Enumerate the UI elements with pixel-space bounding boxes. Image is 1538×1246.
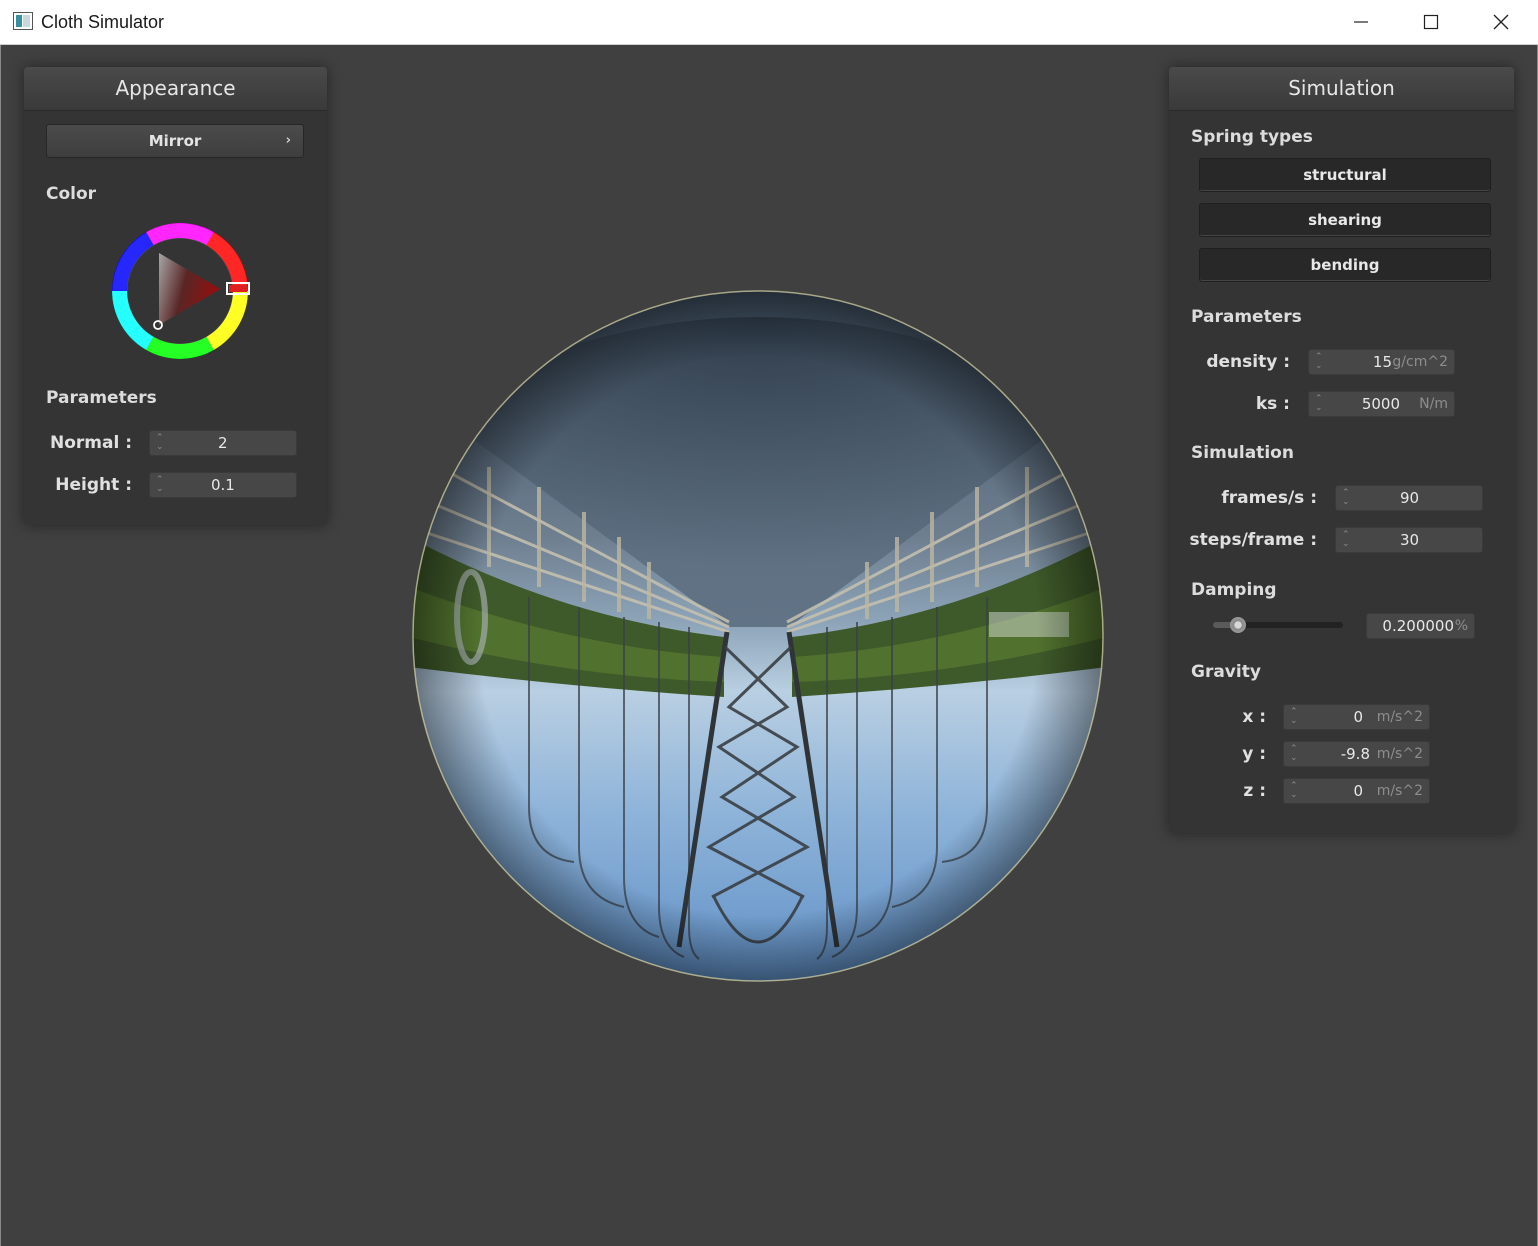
steps-value: 30 [1400, 531, 1420, 549]
appearance-panel: Appearance Mirror › Color Parameters Nor… [24, 67, 327, 525]
height-label: Height : [55, 475, 132, 495]
close-button[interactable] [1466, 0, 1536, 45]
damping-field[interactable]: 0.200000 % [1366, 613, 1475, 639]
spin-arrows-icon[interactable]: ⌃ ⌄ [156, 434, 166, 454]
simulation-panel: Simulation Spring types structural shear… [1169, 67, 1514, 833]
damping-value: 0.200000 [1382, 617, 1454, 635]
maximize-button[interactable] [1396, 0, 1466, 45]
normal-value: 2 [218, 434, 228, 452]
fps-spinbox[interactable]: ⌃ ⌄ 90 [1335, 485, 1483, 511]
steps-spinbox[interactable]: ⌃ ⌄ 30 [1335, 527, 1483, 553]
gravity-z-unit: m/s^2 [1376, 783, 1423, 799]
damping-slider-handle[interactable] [1230, 617, 1246, 633]
gravity-x-unit: m/s^2 [1376, 709, 1423, 725]
bending-toggle[interactable]: bending [1199, 248, 1491, 282]
title-bar: Cloth Simulator [0, 0, 1538, 45]
density-spinbox[interactable]: ⌃ ⌄ 15 g/cm^2 [1308, 349, 1455, 375]
appearance-parameters-label: Parameters [46, 388, 157, 408]
maximize-icon [1423, 14, 1439, 30]
window-title: Cloth Simulator [41, 12, 165, 32]
color-wheel[interactable] [110, 221, 250, 361]
spin-arrows-icon[interactable]: ⌃ ⌄ [1290, 708, 1300, 728]
height-spinbox[interactable]: ⌃ ⌄ 0.1 [149, 472, 297, 498]
density-unit: g/cm^2 [1392, 354, 1448, 370]
window-border-left [0, 45, 1, 1246]
gravity-z-label: z : [1243, 781, 1266, 801]
height-value: 0.1 [211, 476, 235, 494]
ks-label: ks : [1255, 394, 1290, 414]
gravity-y-value: -9.8 [1340, 745, 1370, 763]
minimize-icon [1354, 21, 1368, 23]
damping-unit: % [1454, 618, 1468, 634]
shader-select-label: Mirror [148, 132, 202, 150]
gravity-z-spinbox[interactable]: ⌃ ⌄ 0 m/s^2 [1283, 778, 1430, 804]
spring-types-label: Spring types [1191, 127, 1313, 147]
gravity-y-label: y : [1242, 744, 1266, 764]
steps-label: steps/frame : [1189, 530, 1317, 550]
simulation-section-label: Simulation [1191, 443, 1294, 463]
gravity-y-unit: m/s^2 [1376, 746, 1423, 762]
gravity-z-value: 0 [1353, 782, 1363, 800]
spin-arrows-icon[interactable]: ⌃ ⌄ [1315, 353, 1325, 373]
gravity-x-spinbox[interactable]: ⌃ ⌄ 0 m/s^2 [1283, 704, 1430, 730]
gravity-y-spinbox[interactable]: ⌃ ⌄ -9.8 m/s^2 [1283, 741, 1430, 767]
spin-arrows-icon[interactable]: ⌃ ⌄ [1290, 782, 1300, 802]
spin-arrows-icon[interactable]: ⌃ ⌄ [1342, 489, 1352, 509]
shearing-toggle[interactable]: shearing [1199, 203, 1491, 237]
shader-select[interactable]: Mirror › [46, 124, 304, 158]
fps-value: 90 [1400, 489, 1420, 507]
damping-label: Damping [1191, 580, 1277, 600]
normal-label: Normal : [49, 433, 132, 453]
spin-arrows-icon[interactable]: ⌃ ⌄ [1342, 531, 1352, 551]
density-label: density : [1206, 352, 1290, 372]
close-icon [1493, 14, 1509, 30]
spin-arrows-icon[interactable]: ⌃ ⌄ [1290, 745, 1300, 765]
gravity-x-label: x : [1242, 707, 1266, 727]
saturation-marker[interactable] [153, 320, 163, 330]
viewport-sphere[interactable] [409, 287, 1107, 985]
normal-spinbox[interactable]: ⌃ ⌄ 2 [149, 430, 297, 456]
app-icon [13, 12, 33, 30]
ks-value: 5000 [1361, 395, 1400, 413]
spin-arrows-icon[interactable]: ⌃ ⌄ [156, 476, 166, 496]
ks-unit: N/m [1419, 396, 1448, 412]
gravity-x-value: 0 [1353, 708, 1363, 726]
simulation-parameters-label: Parameters [1191, 307, 1302, 327]
mirror-sphere-render [412, 290, 1104, 982]
color-section-label: Color [46, 184, 97, 204]
appearance-panel-header[interactable]: Appearance [24, 67, 327, 111]
chevron-right-icon: › [285, 133, 291, 148]
density-value: 15 [1372, 353, 1392, 371]
gravity-label: Gravity [1191, 662, 1261, 682]
damping-slider[interactable] [1213, 617, 1343, 633]
ks-spinbox[interactable]: ⌃ ⌄ 5000 N/m [1308, 391, 1455, 417]
simulation-panel-header[interactable]: Simulation [1169, 67, 1514, 111]
structural-toggle[interactable]: structural [1199, 158, 1491, 192]
minimize-button[interactable] [1326, 0, 1396, 45]
fps-label: frames/s : [1221, 488, 1317, 508]
spin-arrows-icon[interactable]: ⌃ ⌄ [1315, 395, 1325, 415]
